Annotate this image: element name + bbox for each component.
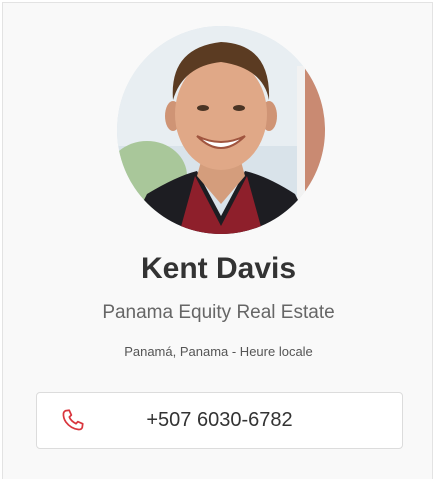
agent-company: Panama Equity Real Estate xyxy=(102,302,335,323)
agent-avatar xyxy=(117,26,325,234)
agent-name: Kent Davis xyxy=(140,252,297,285)
agent-location: Panamá, Panama - Heure locale xyxy=(124,344,313,359)
agent-card: Kent Davis Panama Equity Real Estate Pan… xyxy=(2,2,433,479)
agent-photo xyxy=(117,26,325,234)
phone-number: +507 6030-6782 xyxy=(146,409,293,431)
phone-button[interactable]: +507 6030-6782 xyxy=(36,392,403,449)
